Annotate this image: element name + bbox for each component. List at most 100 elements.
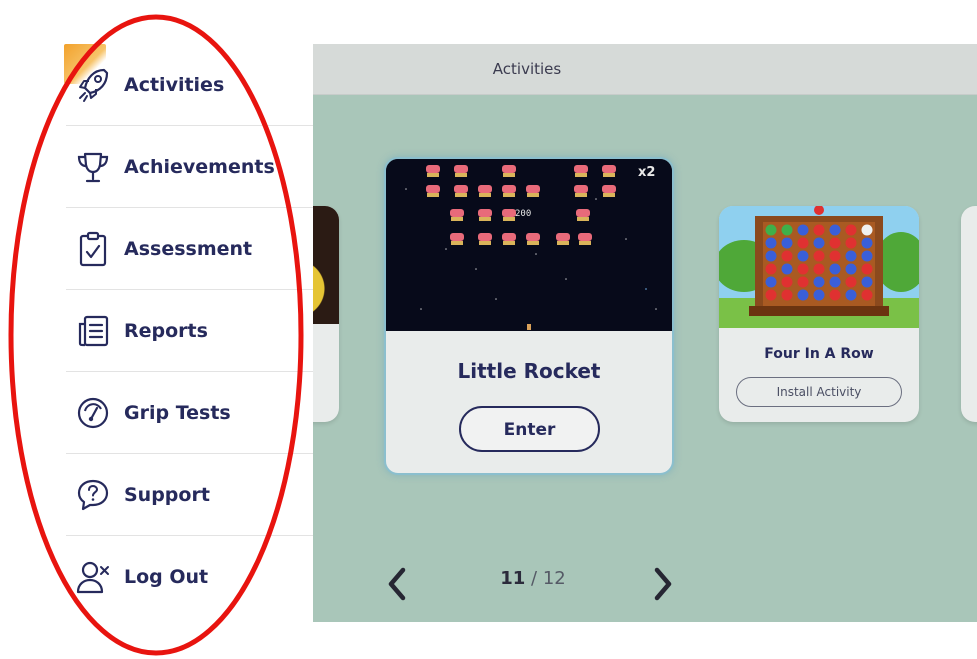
invader-sprite <box>502 233 516 245</box>
game-disc <box>845 263 857 275</box>
activity-card-previous[interactable] <box>313 206 339 422</box>
invader-sprite <box>602 185 616 197</box>
game-disc <box>813 250 825 262</box>
game-disc <box>845 250 857 262</box>
game-disc <box>797 263 809 275</box>
game-disc <box>861 250 873 262</box>
game-disc <box>781 276 793 288</box>
invader-sprite <box>454 185 468 197</box>
invader-sprite <box>502 165 516 177</box>
invader-sprite <box>478 209 492 221</box>
game-disc <box>813 289 825 301</box>
game-disc <box>765 237 777 249</box>
game-disc <box>765 224 777 236</box>
user-remove-icon <box>76 561 109 594</box>
game-disc <box>765 250 777 262</box>
game-disc <box>781 263 793 275</box>
activity-card-next[interactable] <box>961 206 977 422</box>
game-disc <box>845 237 857 249</box>
activity-thumbnail <box>719 206 919 328</box>
invader-sprite <box>450 233 464 245</box>
game-disc <box>781 289 793 301</box>
game-disc <box>845 276 857 288</box>
svg-text:200: 200 <box>515 209 531 219</box>
menu-label: Grip Tests <box>124 402 231 424</box>
game-disc <box>829 224 841 236</box>
game-disc <box>845 289 857 301</box>
menu-label: Assessment <box>124 238 253 260</box>
game-disc <box>861 263 873 275</box>
game-disc <box>797 237 809 249</box>
score-popup: 200 <box>515 209 531 219</box>
invader-sprite <box>478 233 492 245</box>
invader-sprite <box>502 185 516 197</box>
menu-item-grip-tests[interactable]: Grip Tests <box>66 372 313 454</box>
multiplier-badge: x2 <box>638 165 655 180</box>
invader-sprite <box>502 209 516 221</box>
current-page: 11 <box>500 568 526 589</box>
game-disc <box>861 224 873 236</box>
svg-text:x2: x2 <box>638 165 655 180</box>
game-disc <box>829 276 841 288</box>
game-disc <box>765 263 777 275</box>
game-disc <box>781 224 793 236</box>
page-title: Activities <box>492 60 562 78</box>
game-disc <box>845 224 857 236</box>
install-activity-button[interactable]: Install Activity <box>736 377 902 407</box>
chevron-right-icon[interactable] <box>647 566 677 602</box>
clipboard-check-icon <box>79 231 107 267</box>
activity-title: Four In A Row <box>764 346 874 362</box>
invader-sprite <box>576 209 590 221</box>
menu-item-reports[interactable]: Reports <box>66 290 313 372</box>
trophy-icon <box>77 152 109 183</box>
enter-button[interactable]: Enter <box>459 406 600 452</box>
game-disc <box>797 276 809 288</box>
invader-sprite <box>426 185 440 197</box>
gauge-icon <box>77 397 109 429</box>
carousel-pager: 11 / 12 <box>313 554 741 614</box>
game-disc <box>829 289 841 301</box>
invader-sprite <box>478 185 492 197</box>
invader-sprite <box>574 185 588 197</box>
game-disc <box>861 276 873 288</box>
active-item-accent <box>64 44 106 84</box>
invader-sprite <box>426 165 440 177</box>
game-disc <box>797 289 809 301</box>
game-preview-image <box>386 159 672 331</box>
game-disc <box>861 289 873 301</box>
game-disc <box>765 289 777 301</box>
invader-sprite <box>450 209 464 221</box>
invader-sprite <box>578 233 592 245</box>
game-disc <box>797 250 809 262</box>
game-disc <box>829 250 841 262</box>
invader-sprite <box>526 185 540 197</box>
activities-screen: Activities x2 200 Little Rocket Enter Fo… <box>313 44 977 622</box>
game-disc <box>781 250 793 262</box>
menu-item-support[interactable]: Support <box>66 454 313 536</box>
app-header: Activities <box>313 44 977 95</box>
game-disc <box>829 237 841 249</box>
menu-label: Reports <box>124 320 208 342</box>
game-disc <box>813 224 825 236</box>
invader-sprite <box>602 165 616 177</box>
game-disc <box>765 276 777 288</box>
invader-sprite <box>556 233 570 245</box>
game-disc <box>797 224 809 236</box>
total-pages: 12 <box>542 568 566 589</box>
menu-item-assessment[interactable]: Assessment <box>66 208 313 290</box>
chevron-left-icon[interactable] <box>383 566 413 602</box>
report-list-icon <box>78 315 109 347</box>
game-disc <box>781 237 793 249</box>
activity-card-four-in-a-row[interactable]: Four In A Row Install Activity <box>719 206 919 422</box>
invader-sprite <box>454 165 468 177</box>
game-disc <box>813 237 825 249</box>
menu-label: Log Out <box>124 566 209 588</box>
help-bubble-icon <box>77 479 109 511</box>
activity-title: Little Rocket <box>457 359 601 383</box>
activity-card-little-rocket[interactable]: x2 200 Little Rocket Enter <box>384 157 674 475</box>
game-disc <box>861 237 873 249</box>
menu-item-achievements[interactable]: Achievements <box>66 126 313 208</box>
page-separator: / <box>531 568 538 589</box>
menu-item-log-out[interactable]: Log Out <box>66 536 313 618</box>
game-disc <box>829 263 841 275</box>
